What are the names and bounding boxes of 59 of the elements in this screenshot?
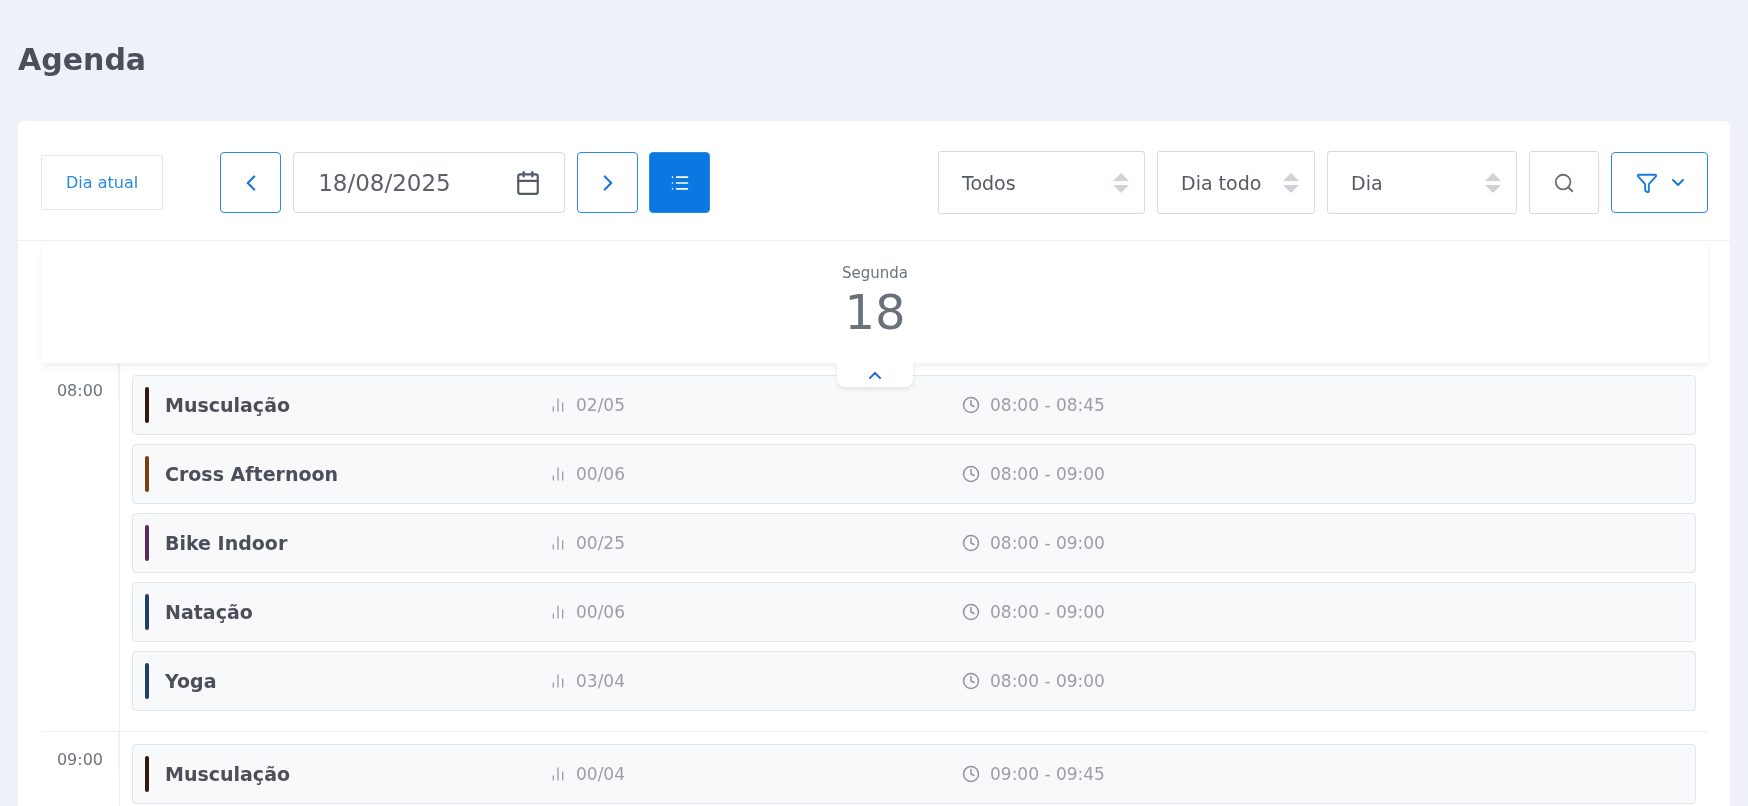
clock-icon — [962, 672, 980, 690]
capacity-text: 00/06 — [576, 464, 625, 484]
class-name: Musculação — [165, 763, 291, 785]
today-button[interactable]: Dia atual — [41, 155, 164, 210]
bar-chart-icon — [550, 535, 566, 551]
time-label: 08:00 — [42, 363, 119, 400]
bar-chart-icon — [550, 766, 566, 782]
bar-chart-icon — [550, 397, 566, 413]
select-field[interactable]: Todos — [938, 151, 1145, 214]
class-row[interactable]: Yoga 03/04 08:00 - 09:00 — [132, 651, 1696, 711]
class-row[interactable]: Cross Afternoon 00/06 08:00 - 09:00 — [132, 444, 1696, 504]
bar-chart-icon — [550, 604, 566, 620]
clock-icon — [962, 465, 980, 483]
class-row[interactable]: Natação 00/06 08:00 - 09:00 — [132, 582, 1696, 642]
class-row[interactable]: Musculação 02/05 08:00 - 08:45 — [132, 375, 1696, 435]
chevron-down-icon — [1671, 179, 1684, 186]
list-view-button[interactable] — [649, 152, 711, 213]
day-number: 18 — [844, 284, 906, 340]
clock-icon — [962, 765, 980, 783]
time-range: 08:00 - 09:00 — [990, 671, 1105, 691]
class-row[interactable]: Musculação 00/04 09:00 - 09:45 — [132, 744, 1696, 804]
page-title: Agenda — [18, 42, 148, 77]
next-button[interactable] — [577, 152, 639, 213]
sort-icon — [1484, 170, 1502, 195]
clock-icon — [962, 534, 980, 552]
date-field[interactable]: 18/08/2025 — [293, 152, 566, 213]
class-name: Cross Afternoon — [165, 463, 340, 485]
class-name: Bike Indoor — [165, 532, 289, 554]
search-icon — [1553, 171, 1575, 194]
search-button[interactable] — [1529, 151, 1599, 214]
bar-chart-icon — [550, 466, 566, 482]
capacity-text: 00/25 — [576, 533, 625, 553]
previous-button[interactable] — [220, 152, 282, 213]
capacity-text: 00/04 — [576, 764, 625, 784]
weekday-label: Segunda — [842, 264, 908, 282]
time-range: 08:00 - 09:00 — [990, 602, 1105, 622]
filter-button[interactable] — [1611, 152, 1708, 213]
class-name: Natação — [165, 601, 254, 623]
select-field[interactable]: Dia — [1327, 151, 1517, 214]
capacity-text: 00/06 — [576, 602, 625, 622]
time-range: 08:00 - 09:00 — [990, 464, 1105, 484]
capacity-text: 03/04 — [576, 671, 625, 691]
time-range: 08:00 - 08:45 — [990, 395, 1105, 415]
sort-icon — [1112, 170, 1130, 195]
filter-icon — [1635, 171, 1658, 194]
select-field[interactable]: Dia todo — [1157, 151, 1315, 214]
capacity-text: 02/05 — [576, 395, 625, 415]
calendar-icon — [515, 169, 542, 196]
clock-icon — [962, 396, 980, 414]
class-name: Musculação — [165, 394, 291, 416]
class-name: Yoga — [165, 670, 218, 692]
time-range: 09:00 - 09:45 — [990, 764, 1105, 784]
chevron-up-icon — [869, 371, 881, 379]
time-range: 08:00 - 09:00 — [990, 533, 1105, 553]
clock-icon — [962, 603, 980, 621]
time-label: 09:00 — [42, 732, 119, 769]
bar-chart-icon — [550, 673, 566, 689]
sort-icon — [1282, 170, 1300, 195]
class-row[interactable]: Bike Indoor 00/25 08:00 - 09:00 — [132, 513, 1696, 573]
